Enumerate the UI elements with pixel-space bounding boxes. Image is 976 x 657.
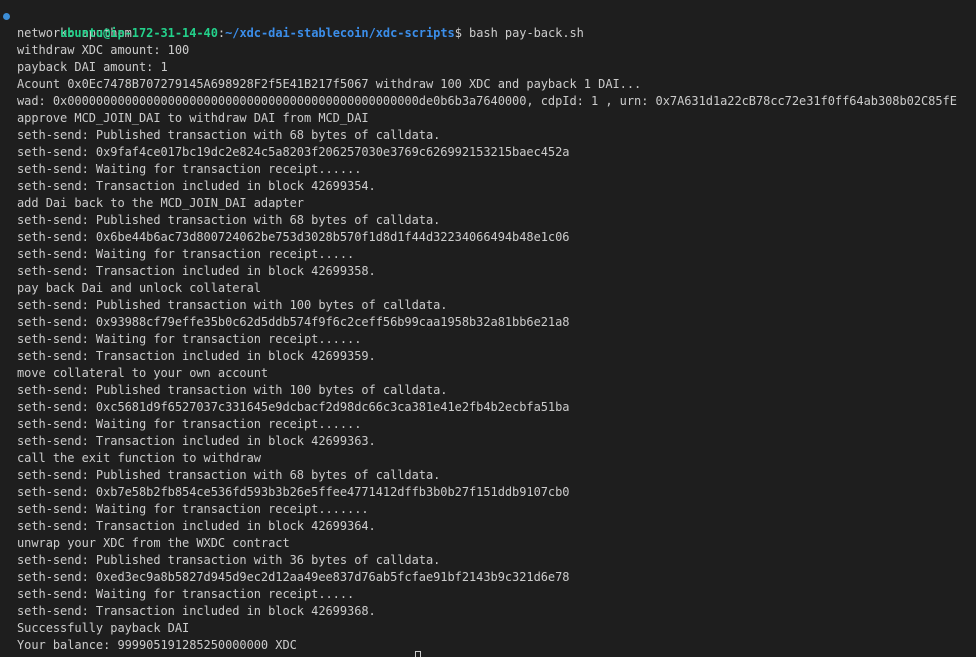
output-line: seth-send: Published transaction with 10… — [17, 383, 448, 397]
output-line: seth-send: 0xed3ec9a8b5827d945d9ec2d12aa… — [17, 570, 570, 584]
command-decoration-dot-icon[interactable] — [3, 13, 10, 20]
output-line: seth-send: Waiting for transaction recei… — [17, 162, 362, 176]
output-line: withdraw XDC amount: 100 — [17, 43, 190, 57]
output-line: seth-send: 0xc5681d9f6527037c331645e9dcb… — [17, 400, 570, 414]
output-line: seth-send: Waiting for transaction recei… — [17, 417, 362, 431]
output-line: seth-send: Transaction included in block… — [17, 604, 376, 618]
output-line: add Dai back to the MCD_JOIN_DAI adapter — [17, 196, 304, 210]
output-line: seth-send: Published transaction with 10… — [17, 298, 448, 312]
output-line: seth-send: 0xb7e58b2fb854ce536fd593b3b26… — [17, 485, 570, 499]
output-line: seth-send: 0x6be44b6ac73d800724062be753d… — [17, 230, 570, 244]
output-line: seth-send: Transaction included in block… — [17, 434, 376, 448]
output-line: unwrap your XDC from the WXDC contract — [17, 536, 290, 550]
output-line: Your balance: 999905191285250000000 XDC — [17, 638, 297, 652]
prompt-command: bash pay-back.sh — [461, 26, 584, 40]
prompt-user-host: ubuntu@ip-172-31-14-40 — [60, 26, 218, 40]
output-line: seth-send: Transaction included in block… — [17, 264, 376, 278]
output-line: pay back Dai and unlock collateral — [17, 281, 261, 295]
terminal-panel[interactable]: ubuntu@ip-172-31-14-40:~/xdc-dai-stablec… — [0, 0, 976, 657]
output-line: seth-send: Published transaction with 68… — [17, 128, 441, 142]
prompt-line: ubuntu@ip-172-31-14-40:~/xdc-dai-stablec… — [3, 8, 976, 40]
output-line: seth-send: 0x9faf4ce017bc19dc2e824c5a820… — [17, 145, 570, 159]
output-line: seth-send: Transaction included in block… — [17, 349, 376, 363]
output-line: Successfully payback DAI — [17, 621, 190, 635]
output-line: wad: 0x000000000000000000000000000000000… — [17, 94, 957, 108]
output-line: Acount 0x0Ec7478B707279145A698928F2f5E41… — [17, 77, 642, 91]
output-line: call the exit function to withdraw — [17, 451, 261, 465]
output-line: payback DAI amount: 1 — [17, 60, 168, 74]
output-line: seth-send: 0x93988cf79effe35b0c62d5ddb57… — [17, 315, 570, 329]
output-line: move collateral to your own account — [17, 366, 269, 380]
terminal-output: ubuntu@ip-172-31-14-40:~/xdc-dai-stablec… — [3, 8, 976, 654]
prompt-path: ~/xdc-dai-stablecoin/xdc-scripts — [225, 26, 455, 40]
output-line: seth-send: Published transaction with 68… — [17, 468, 441, 482]
output-line: seth-send: Published transaction with 36… — [17, 553, 441, 567]
output-line: seth-send: Transaction included in block… — [17, 179, 376, 193]
output-line: seth-send: Waiting for transaction recei… — [17, 502, 369, 516]
output-line: seth-send: Transaction included in block… — [17, 519, 376, 533]
output-line: seth-send: Waiting for transaction recei… — [17, 332, 362, 346]
prompt-symbol: $ — [454, 26, 462, 40]
output-line: seth-send: Published transaction with 68… — [17, 213, 441, 227]
output-line: seth-send: Waiting for transaction recei… — [17, 587, 355, 601]
output-line: approve MCD_JOIN_DAI to withdraw DAI fro… — [17, 111, 369, 125]
text-cursor-icon — [415, 651, 421, 657]
output-line: seth-send: Waiting for transaction recei… — [17, 247, 355, 261]
